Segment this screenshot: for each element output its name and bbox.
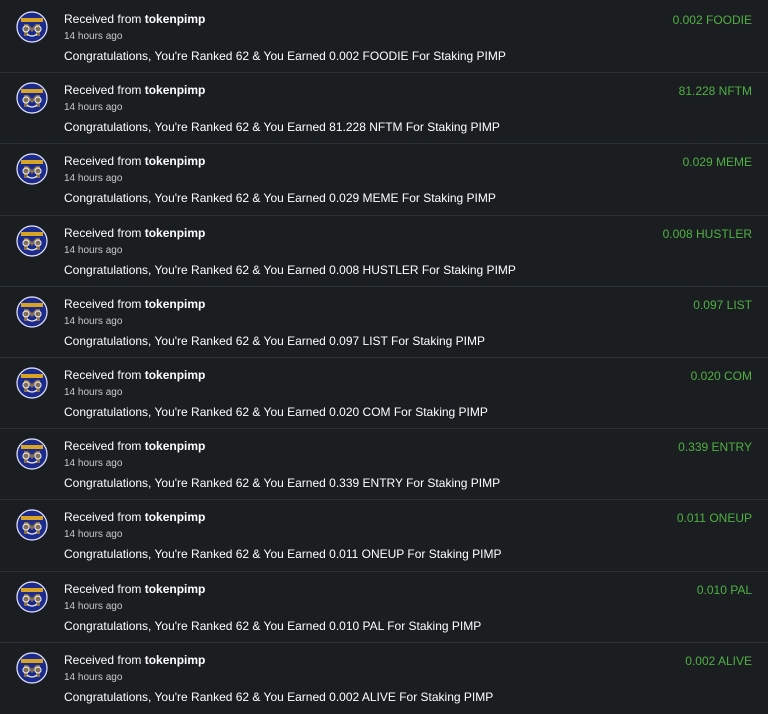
- transaction-row: Received from tokenpimp 14 hours ago Con…: [0, 429, 768, 501]
- tokenpimp-avatar-icon[interactable]: [16, 651, 48, 684]
- tokenpimp-avatar-icon[interactable]: [16, 224, 48, 257]
- sender-link[interactable]: tokenpimp: [145, 439, 206, 453]
- transaction-time: 14 hours ago: [64, 671, 123, 683]
- sender-link[interactable]: tokenpimp: [145, 582, 206, 596]
- transaction-memo: Congratulations, You're Ranked 62 & You …: [64, 262, 516, 277]
- tokenpimp-avatar-icon[interactable]: [16, 580, 48, 613]
- transaction-amount: 0.097 LIST: [693, 297, 752, 312]
- transaction-time: 14 hours ago: [64, 102, 123, 114]
- received-from-label: Received from: [64, 439, 145, 454]
- transaction-amount: 0.008 HUSTLER: [662, 226, 752, 241]
- transaction-row: Received from tokenpimp 14 hours ago Con…: [0, 2, 768, 74]
- transaction-amount: 0.020 COM: [690, 368, 752, 383]
- transaction-amount: 0.010 PAL: [696, 582, 752, 597]
- transaction-time: 14 hours ago: [64, 458, 123, 470]
- transaction-time: 14 hours ago: [64, 600, 123, 612]
- sender-link[interactable]: tokenpimp: [145, 154, 206, 168]
- sender-link[interactable]: tokenpimp: [145, 83, 206, 97]
- received-from-label: Received from: [64, 367, 145, 382]
- transaction-memo: Congratulations, You're Ranked 62 & You …: [64, 689, 494, 704]
- tokenpimp-avatar-icon[interactable]: [16, 153, 48, 186]
- transaction-title: Received from tokenpimp: [64, 582, 205, 596]
- transaction-memo: Congratulations, You're Ranked 62 & You …: [64, 191, 496, 206]
- transaction-title: Received from tokenpimp: [64, 653, 205, 667]
- transaction-amount: 0.339 ENTRY: [678, 440, 752, 455]
- transaction-memo: Congratulations, You're Ranked 62 & You …: [64, 476, 501, 491]
- tokenpimp-avatar-icon[interactable]: [16, 295, 48, 328]
- tokenpimp-avatar-icon[interactable]: [16, 11, 48, 43]
- transaction-amount: 0.002 ALIVE: [685, 653, 752, 668]
- tokenpimp-avatar-icon[interactable]: [16, 82, 48, 115]
- transaction-list: Received from tokenpimp 14 hours ago Con…: [0, 2, 768, 714]
- tokenpimp-avatar-icon[interactable]: [16, 509, 48, 542]
- transaction-title: Received from tokenpimp: [64, 510, 205, 524]
- tokenpimp-avatar-icon[interactable]: [16, 438, 48, 471]
- received-from-label: Received from: [64, 296, 145, 311]
- transaction-title: Received from tokenpimp: [64, 439, 205, 453]
- transaction-amount: 0.011 ONEUP: [676, 511, 752, 526]
- tokenpimp-avatar-icon[interactable]: [16, 366, 48, 399]
- transaction-title: Received from tokenpimp: [64, 297, 205, 311]
- sender-link[interactable]: tokenpimp: [145, 510, 206, 524]
- transaction-memo: Congratulations, You're Ranked 62 & You …: [64, 120, 500, 135]
- received-from-label: Received from: [64, 652, 145, 667]
- transaction-time: 14 hours ago: [64, 244, 123, 256]
- transaction-row: Received from tokenpimp 14 hours ago Con…: [0, 287, 768, 358]
- transaction-row: Received from tokenpimp 14 hours ago Con…: [0, 572, 768, 643]
- received-from-label: Received from: [64, 12, 145, 26]
- transaction-time: 14 hours ago: [64, 529, 123, 541]
- sender-link[interactable]: tokenpimp: [145, 226, 206, 240]
- transaction-title: Received from tokenpimp: [64, 226, 205, 240]
- transaction-memo: Congratulations, You're Ranked 62 & You …: [64, 404, 488, 419]
- transaction-row: Received from tokenpimp 14 hours ago Con…: [0, 216, 768, 287]
- transaction-title: Received from tokenpimp: [64, 83, 205, 97]
- sender-link[interactable]: tokenpimp: [145, 368, 206, 382]
- transaction-amount: 81.228 NFTM: [678, 84, 752, 99]
- transaction-memo: Congratulations, You're Ranked 62 & You …: [64, 547, 502, 562]
- received-from-label: Received from: [64, 154, 145, 169]
- sender-link[interactable]: tokenpimp: [145, 297, 206, 311]
- transaction-time: 14 hours ago: [64, 315, 123, 327]
- transaction-memo: Congratulations, You're Ranked 62 & You …: [64, 333, 486, 348]
- sender-link[interactable]: tokenpimp: [145, 653, 206, 667]
- transaction-row: Received from tokenpimp 14 hours ago Con…: [0, 144, 768, 216]
- transaction-row: Received from tokenpimp 14 hours ago Con…: [0, 500, 768, 572]
- received-from-label: Received from: [64, 83, 145, 98]
- transaction-amount: 0.029 MEME: [682, 155, 752, 170]
- transaction-time: 14 hours ago: [64, 31, 123, 42]
- transaction-title: Received from tokenpimp: [64, 154, 205, 168]
- transaction-title: Received from tokenpimp: [64, 12, 205, 26]
- received-from-label: Received from: [64, 510, 145, 525]
- received-from-label: Received from: [64, 581, 145, 596]
- transaction-time: 14 hours ago: [64, 173, 123, 185]
- sender-link[interactable]: tokenpimp: [145, 12, 206, 26]
- transaction-time: 14 hours ago: [64, 386, 123, 398]
- transaction-row: Received from tokenpimp 14 hours ago Con…: [0, 643, 768, 714]
- transaction-title: Received from tokenpimp: [64, 368, 205, 382]
- received-from-label: Received from: [64, 225, 145, 240]
- transaction-memo: Congratulations, You're Ranked 62 & You …: [64, 618, 482, 633]
- transaction-amount: 0.002 FOODIE: [672, 13, 752, 27]
- transaction-row: Received from tokenpimp 14 hours ago Con…: [0, 73, 768, 145]
- transaction-row: Received from tokenpimp 14 hours ago Con…: [0, 358, 768, 430]
- transaction-memo: Congratulations, You're Ranked 62 & You …: [64, 49, 506, 63]
